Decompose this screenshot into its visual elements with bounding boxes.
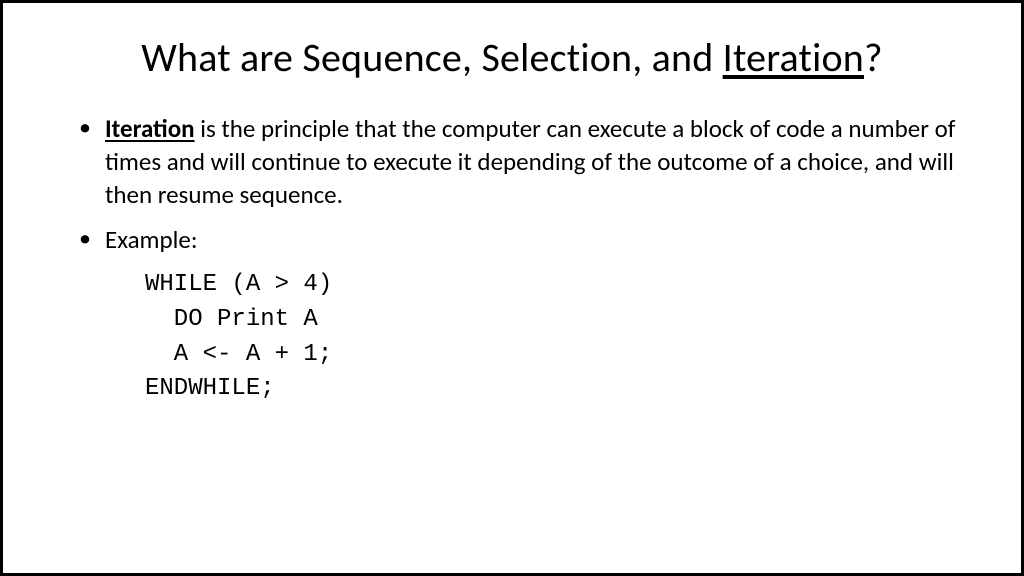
code-block: WHILE (A > 4) DO Print A A <- A + 1; END… — [145, 268, 961, 407]
code-line-1: WHILE (A > 4) — [145, 271, 332, 298]
slide-title: What are Sequence, Selection, and Iterat… — [63, 33, 961, 82]
title-underlined: Iteration — [723, 33, 864, 82]
definition-term: Iteration — [105, 113, 195, 144]
example-label: Example: — [105, 224, 198, 255]
slide-container: What are Sequence, Selection, and Iterat… — [0, 0, 1024, 576]
code-line-3: A <- A + 1; — [145, 341, 332, 368]
definition-text: is the principle that the computer can e… — [105, 113, 955, 210]
example-bullet: Example: — [73, 223, 961, 256]
code-line-4: ENDWHILE; — [145, 375, 275, 402]
title-prefix: What are Sequence, Selection, and — [141, 33, 722, 82]
title-suffix: ? — [864, 33, 883, 82]
bullet-list: Iteration is the principle that the comp… — [73, 112, 961, 256]
definition-bullet: Iteration is the principle that the comp… — [73, 112, 961, 211]
code-line-2: DO Print A — [145, 306, 318, 333]
content-area: Iteration is the principle that the comp… — [63, 112, 961, 407]
